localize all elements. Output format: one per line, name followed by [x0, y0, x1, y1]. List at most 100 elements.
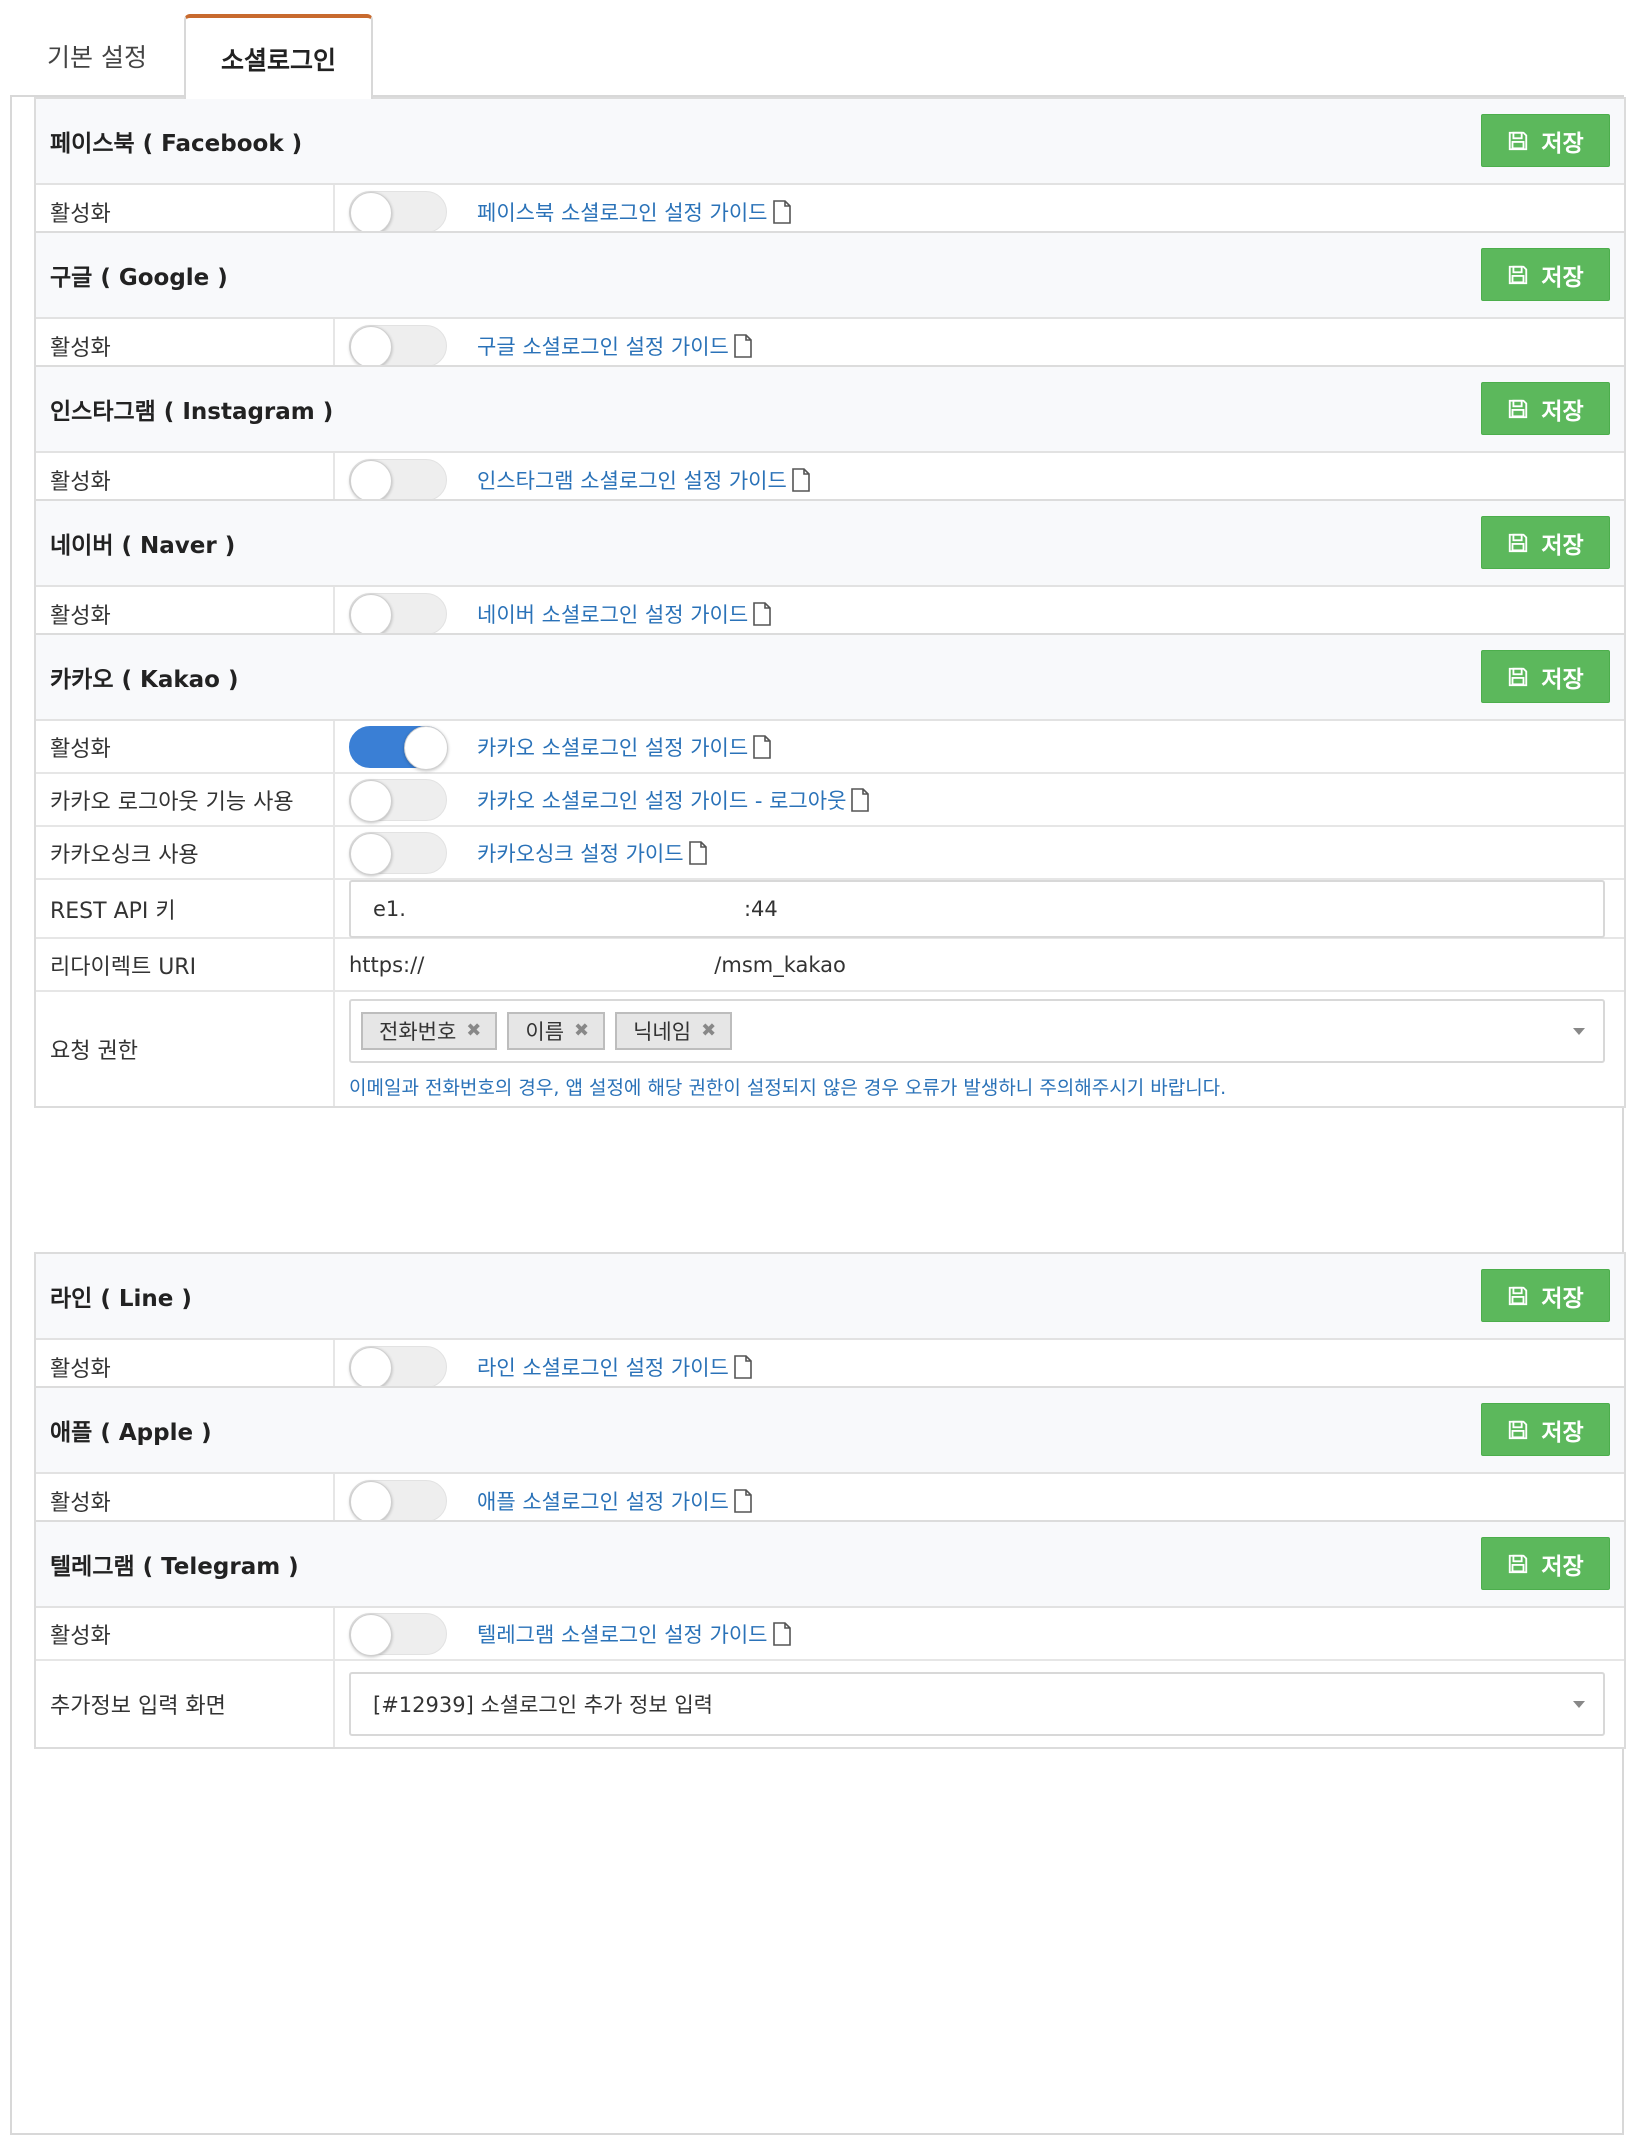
facebook-guide-link[interactable]: 페이스북 소셜로그인 설정 가이드	[477, 197, 792, 227]
document-icon	[688, 840, 707, 865]
telegram-activate-toggle[interactable]	[349, 1612, 447, 1656]
kakao-header: 카카오 ( Kakao ) 저장	[36, 635, 1624, 721]
apple-title: 애플 ( Apple )	[50, 1420, 212, 1446]
activate-label: 활성화	[36, 721, 335, 772]
apple-section: 애플 ( Apple ) 저장 활성화 애플 소셜로그인 설정 가이드	[34, 1386, 1626, 1529]
activate-label: 활성화	[36, 1608, 335, 1659]
google-section: 구글 ( Google ) 저장 활성화 구글 소셜로그인 설정 가이드	[34, 231, 1626, 374]
telegram-extra-row: 추가정보 입력 화면 [#12939] 소셜로그인 추가 정보 입력	[36, 1661, 1624, 1747]
extra-info-select[interactable]: [#12939] 소셜로그인 추가 정보 입력	[349, 1672, 1605, 1736]
save-label: 저장	[1541, 1553, 1584, 1580]
floppy-disk-icon	[1509, 1420, 1528, 1439]
tab-bar: 기본 설정 소셜로그인	[0, 0, 1634, 99]
kakao-sync-guide-link[interactable]: 카카오싱크 설정 가이드	[477, 838, 708, 868]
google-header: 구글 ( Google ) 저장	[36, 233, 1624, 319]
kakao-sync-label: 카카오싱크 사용	[36, 827, 335, 878]
kakao-logout-toggle[interactable]	[349, 778, 447, 822]
floppy-disk-icon	[1509, 1286, 1528, 1305]
floppy-disk-icon	[1509, 131, 1528, 150]
google-save-button[interactable]: 저장	[1481, 248, 1610, 301]
telegram-activate-row: 활성화 텔레그램 소셜로그인 설정 가이드	[36, 1608, 1624, 1661]
close-icon[interactable]: ✖	[466, 1020, 481, 1041]
instagram-header: 인스타그램 ( Instagram ) 저장	[36, 367, 1624, 453]
line-guide-link[interactable]: 라인 소셜로그인 설정 가이드	[477, 1352, 753, 1382]
scope-tag: 전화번호 ✖	[361, 1011, 498, 1050]
instagram-section: 인스타그램 ( Instagram ) 저장 활성화 인스타그램 소셜로그인 설…	[34, 365, 1626, 508]
naver-activate-toggle[interactable]	[349, 592, 447, 636]
facebook-activate-toggle[interactable]	[349, 190, 447, 234]
redirect-uri-prefix: https://	[349, 952, 425, 977]
close-icon[interactable]: ✖	[701, 1020, 716, 1041]
rest-api-input[interactable]: e1. :44	[349, 879, 1605, 938]
floppy-disk-icon	[1509, 533, 1528, 552]
kakao-guide-link[interactable]: 카카오 소셜로그인 설정 가이드	[477, 732, 772, 762]
kakao-logout-row: 카카오 로그아웃 기능 사용 카카오 소셜로그인 설정 가이드 - 로그아웃	[36, 774, 1624, 827]
caret-down-icon[interactable]	[1573, 1027, 1585, 1035]
kakao-logout-label: 카카오 로그아웃 기능 사용	[36, 774, 335, 825]
close-icon[interactable]: ✖	[574, 1020, 589, 1041]
telegram-guide-link[interactable]: 텔레그램 소셜로그인 설정 가이드	[477, 1619, 792, 1649]
apple-guide-link[interactable]: 애플 소셜로그인 설정 가이드	[477, 1486, 753, 1516]
floppy-disk-icon	[1509, 1554, 1528, 1573]
line-title: 라인 ( Line )	[50, 1286, 192, 1312]
google-guide-link[interactable]: 구글 소셜로그인 설정 가이드	[477, 331, 753, 361]
facebook-section: 페이스북 ( Facebook ) 저장 활성화 페이스북 소셜로그인 설정 가…	[34, 97, 1626, 240]
floppy-disk-icon	[1509, 399, 1528, 418]
telegram-title: 텔레그램 ( Telegram )	[50, 1554, 299, 1580]
facebook-header: 페이스북 ( Facebook ) 저장	[36, 99, 1624, 185]
document-icon	[734, 1354, 752, 1379]
naver-guide-link[interactable]: 네이버 소셜로그인 설정 가이드	[477, 599, 772, 629]
document-icon	[772, 199, 791, 224]
kakao-scope-row: 요청 권한 전화번호 ✖ 이름 ✖ 닉네임 ✖ 이메일과 전화번호의 경우, 앱 설정…	[36, 992, 1624, 1106]
line-save-button[interactable]: 저장	[1481, 1269, 1610, 1322]
extra-info-label: 추가정보 입력 화면	[36, 1661, 335, 1747]
kakao-sync-toggle[interactable]	[349, 831, 447, 875]
apple-activate-toggle[interactable]	[349, 1479, 447, 1523]
rest-api-prefix: e1.	[373, 896, 406, 921]
facebook-save-button[interactable]: 저장	[1481, 114, 1610, 167]
save-label: 저장	[1541, 532, 1584, 559]
caret-down-icon[interactable]	[1573, 1701, 1585, 1708]
google-activate-toggle[interactable]	[349, 324, 447, 368]
kakao-section: 카카오 ( Kakao ) 저장 활성화 카카오 소셜로그인 설정 가이드 카카…	[34, 633, 1626, 1108]
instagram-save-button[interactable]: 저장	[1481, 382, 1610, 435]
kakao-rest-api-row: REST API 키 e1. :44	[36, 879, 1624, 939]
redirect-uri-suffix: /msm_kakao	[714, 952, 846, 977]
apple-header: 애플 ( Apple ) 저장	[36, 1388, 1624, 1474]
line-header: 라인 ( Line ) 저장	[36, 1254, 1624, 1340]
kakao-activate-row: 활성화 카카오 소셜로그인 설정 가이드	[36, 721, 1624, 774]
tab-basic-settings[interactable]: 기본 설정	[10, 14, 184, 97]
scope-label: 요청 권한	[36, 992, 335, 1106]
telegram-save-button[interactable]: 저장	[1481, 1537, 1610, 1590]
apple-save-button[interactable]: 저장	[1481, 1403, 1610, 1456]
naver-title: 네이버 ( Naver )	[50, 533, 236, 559]
scope-select[interactable]: 전화번호 ✖ 이름 ✖ 닉네임 ✖	[349, 998, 1605, 1063]
kakao-save-button[interactable]: 저장	[1481, 650, 1610, 703]
naver-save-button[interactable]: 저장	[1481, 516, 1610, 569]
save-label: 저장	[1541, 1419, 1584, 1446]
facebook-title: 페이스북 ( Facebook )	[50, 131, 303, 157]
document-icon	[851, 787, 870, 812]
kakao-title: 카카오 ( Kakao )	[50, 667, 239, 693]
rest-api-label: REST API 키	[36, 880, 335, 937]
scope-hint: 이메일과 전화번호의 경우, 앱 설정에 해당 권한이 설정되지 않은 경우 오…	[349, 1076, 1227, 1099]
line-activate-toggle[interactable]	[349, 1345, 447, 1389]
save-label: 저장	[1541, 130, 1584, 157]
document-icon	[734, 333, 752, 358]
document-icon	[753, 734, 771, 759]
document-icon	[772, 1621, 791, 1646]
naver-header: 네이버 ( Naver ) 저장	[36, 501, 1624, 587]
kakao-logout-guide-link[interactable]: 카카오 소셜로그인 설정 가이드 - 로그아웃	[477, 785, 870, 815]
document-icon	[753, 601, 771, 626]
rest-api-suffix: :44	[743, 896, 778, 921]
redirect-uri-label: 리다이렉트 URI	[36, 939, 335, 990]
instagram-activate-toggle[interactable]	[349, 458, 447, 502]
kakao-redirect-row: 리다이렉트 URI https:// /msm_kakao	[36, 939, 1624, 992]
instagram-title: 인스타그램 ( Instagram )	[50, 399, 334, 425]
instagram-guide-link[interactable]: 인스타그램 소셜로그인 설정 가이드	[477, 465, 811, 495]
floppy-disk-icon	[1509, 667, 1528, 686]
scope-tag: 이름 ✖	[507, 1011, 606, 1050]
telegram-header: 텔레그램 ( Telegram ) 저장	[36, 1522, 1624, 1608]
kakao-activate-toggle[interactable]	[349, 725, 448, 770]
tab-social-login[interactable]: 소셜로그인	[184, 14, 373, 99]
